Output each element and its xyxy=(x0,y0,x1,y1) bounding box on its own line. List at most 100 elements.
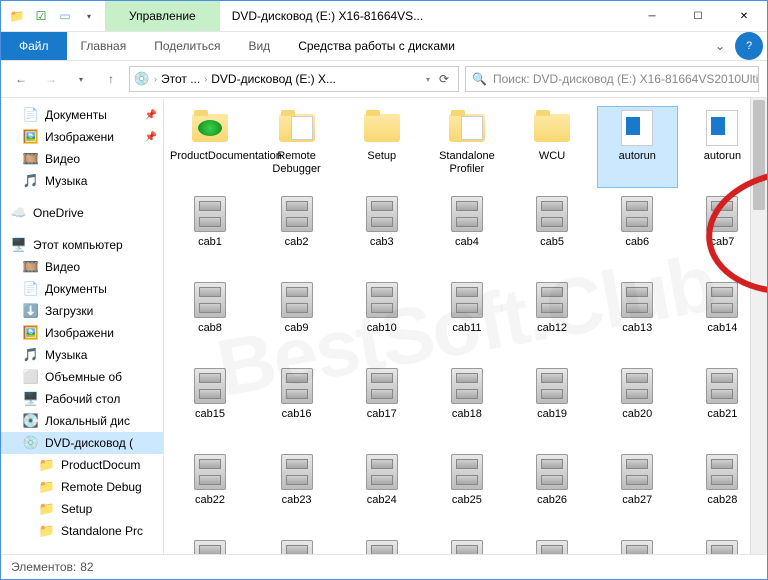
refresh-button[interactable]: ⟳ xyxy=(434,72,454,86)
sidebar-item-documents[interactable]: 📄Документы xyxy=(1,278,163,300)
cabinet-icon xyxy=(534,540,570,554)
sidebar-item-thispc[interactable]: 🖥️Этот компьютер xyxy=(1,234,163,256)
file-item[interactable]: cab22 xyxy=(168,450,252,532)
up-button[interactable]: ↑ xyxy=(99,67,123,91)
qat-dropdown-icon[interactable]: ▾ xyxy=(81,8,97,24)
file-item[interactable]: cab10 xyxy=(341,278,422,360)
file-list[interactable]: ProductDocumentationRemote DebuggerSetup… xyxy=(164,98,767,554)
cabinet-icon xyxy=(192,282,228,318)
file-item[interactable]: cab23 xyxy=(256,450,337,532)
ribbon-share-tab[interactable]: Поделиться xyxy=(140,32,234,60)
address-dropdown-icon[interactable]: ▾ xyxy=(426,75,430,84)
file-item[interactable]: cab30 xyxy=(256,536,337,554)
breadcrumb[interactable]: DVD-дисковод (E:) X... xyxy=(211,72,336,86)
cabinet-icon xyxy=(704,282,740,318)
file-item[interactable]: cab34 xyxy=(597,536,678,554)
ribbon-file-tab[interactable]: Файл xyxy=(1,32,67,60)
ribbon-tools-tab[interactable]: Средства работы с дисками xyxy=(284,32,469,60)
sidebar-item-onedrive[interactable]: ☁️OneDrive xyxy=(1,202,163,224)
file-item[interactable]: cab19 xyxy=(511,364,592,446)
sidebar-item-localdisk[interactable]: 💽Локальный дис xyxy=(1,410,163,432)
ribbon-view-tab[interactable]: Вид xyxy=(234,32,284,60)
file-item[interactable]: cab5 xyxy=(511,192,592,274)
recent-dropdown[interactable]: ▾ xyxy=(69,67,93,91)
folder-icon[interactable]: 📁 xyxy=(9,8,25,24)
ribbon-collapse-icon[interactable]: ⌄ xyxy=(705,39,735,53)
help-button[interactable]: ? xyxy=(735,32,763,60)
breadcrumb[interactable]: Этот ... xyxy=(161,72,200,86)
sidebar-item-dvd[interactable]: 💿DVD-дисковод ( xyxy=(1,432,163,454)
ribbon: Файл Главная Поделиться Вид Средства раб… xyxy=(1,32,767,61)
folder-icon: 📁 xyxy=(39,457,55,473)
file-item[interactable]: Setup xyxy=(341,106,422,188)
file-item[interactable]: cab33 xyxy=(511,536,592,554)
file-item[interactable]: cab15 xyxy=(168,364,252,446)
file-item[interactable]: Remote Debugger xyxy=(256,106,337,188)
contextual-tab[interactable]: Управление xyxy=(105,1,220,31)
file-item[interactable]: cab9 xyxy=(256,278,337,360)
file-item[interactable]: Standalone Profiler xyxy=(426,106,507,188)
cabinet-icon xyxy=(279,368,315,404)
back-button[interactable]: ← xyxy=(9,67,33,91)
check-icon[interactable]: ☑ xyxy=(33,8,49,24)
ribbon-home-tab[interactable]: Главная xyxy=(67,32,141,60)
scrollbar-thumb[interactable] xyxy=(753,100,765,210)
status-label: Элементов: xyxy=(11,560,76,574)
file-label: cab11 xyxy=(452,322,481,335)
file-item[interactable]: cab17 xyxy=(341,364,422,446)
cabinet-icon xyxy=(704,368,740,404)
file-item[interactable]: cab11 xyxy=(426,278,507,360)
file-item[interactable]: cab26 xyxy=(511,450,592,532)
maximize-button[interactable]: ☐ xyxy=(675,1,721,31)
file-item[interactable]: cab18 xyxy=(426,364,507,446)
close-button[interactable]: ✕ xyxy=(721,1,767,31)
file-item[interactable]: cab20 xyxy=(597,364,678,446)
cabinet-icon xyxy=(534,368,570,404)
file-item[interactable]: cab27 xyxy=(597,450,678,532)
sidebar-item-videos[interactable]: 🎞️Видео xyxy=(1,148,163,170)
file-item[interactable]: cab16 xyxy=(256,364,337,446)
cabinet-icon xyxy=(534,282,570,318)
scrollbar[interactable] xyxy=(750,98,767,554)
minimize-button[interactable]: ─ xyxy=(629,1,675,31)
file-item[interactable]: cab8 xyxy=(168,278,252,360)
file-item[interactable]: cab12 xyxy=(511,278,592,360)
sidebar-item-documents[interactable]: 📄Документы📌 xyxy=(1,104,163,126)
file-label: cab20 xyxy=(622,408,652,421)
sidebar-item-folder[interactable]: 📁Standalone Prc xyxy=(1,520,163,542)
file-item[interactable]: ProductDocumentation xyxy=(168,106,252,188)
file-item[interactable]: cab2 xyxy=(256,192,337,274)
sidebar-item-3dobjects[interactable]: ⬜Объемные об xyxy=(1,366,163,388)
sidebar-item-videos[interactable]: 🎞️Видео xyxy=(1,256,163,278)
file-item[interactable]: cab4 xyxy=(426,192,507,274)
file-item[interactable]: cab32 xyxy=(426,536,507,554)
file-item[interactable]: cab1 xyxy=(168,192,252,274)
properties-icon[interactable]: ▭ xyxy=(57,8,73,24)
file-item[interactable]: cab6 xyxy=(597,192,678,274)
forward-button[interactable]: → xyxy=(39,67,63,91)
sidebar-item-pictures[interactable]: 🖼️Изображени xyxy=(1,322,163,344)
search-input[interactable]: 🔍 Поиск: DVD-дисковод (E:) X16-81664VS20… xyxy=(465,66,759,92)
file-item[interactable]: cab25 xyxy=(426,450,507,532)
file-item[interactable]: cab24 xyxy=(341,450,422,532)
cabinet-icon xyxy=(364,282,400,318)
sidebar-item-pictures[interactable]: 🖼️Изображени📌 xyxy=(1,126,163,148)
file-item[interactable]: WCU xyxy=(511,106,592,188)
sidebar-item-folder[interactable]: 📁Remote Debug xyxy=(1,476,163,498)
file-label: cab28 xyxy=(707,494,737,507)
file-item[interactable]: cab13 xyxy=(597,278,678,360)
file-item[interactable]: cab29 xyxy=(168,536,252,554)
file-label: cab10 xyxy=(367,322,397,335)
sidebar-item-downloads[interactable]: ⬇️Загрузки xyxy=(1,300,163,322)
file-item[interactable]: cab31 xyxy=(341,536,422,554)
sidebar-item-desktop[interactable]: 🖥️Рабочий стол xyxy=(1,388,163,410)
cabinet-icon xyxy=(364,196,400,232)
file-item[interactable]: cab3 xyxy=(341,192,422,274)
address-bar[interactable]: 💿 › Этот ... › DVD-дисковод (E:) X... ▾ … xyxy=(129,66,459,92)
sidebar-item-folder[interactable]: 📁Setup xyxy=(1,498,163,520)
sidebar-item-music[interactable]: 🎵Музыка xyxy=(1,170,163,192)
sidebar-item-folder[interactable]: 📁ProductDocum xyxy=(1,454,163,476)
disk-icon: 💽 xyxy=(23,413,39,429)
sidebar-item-music[interactable]: 🎵Музыка xyxy=(1,344,163,366)
file-item[interactable]: autorun xyxy=(597,106,678,188)
